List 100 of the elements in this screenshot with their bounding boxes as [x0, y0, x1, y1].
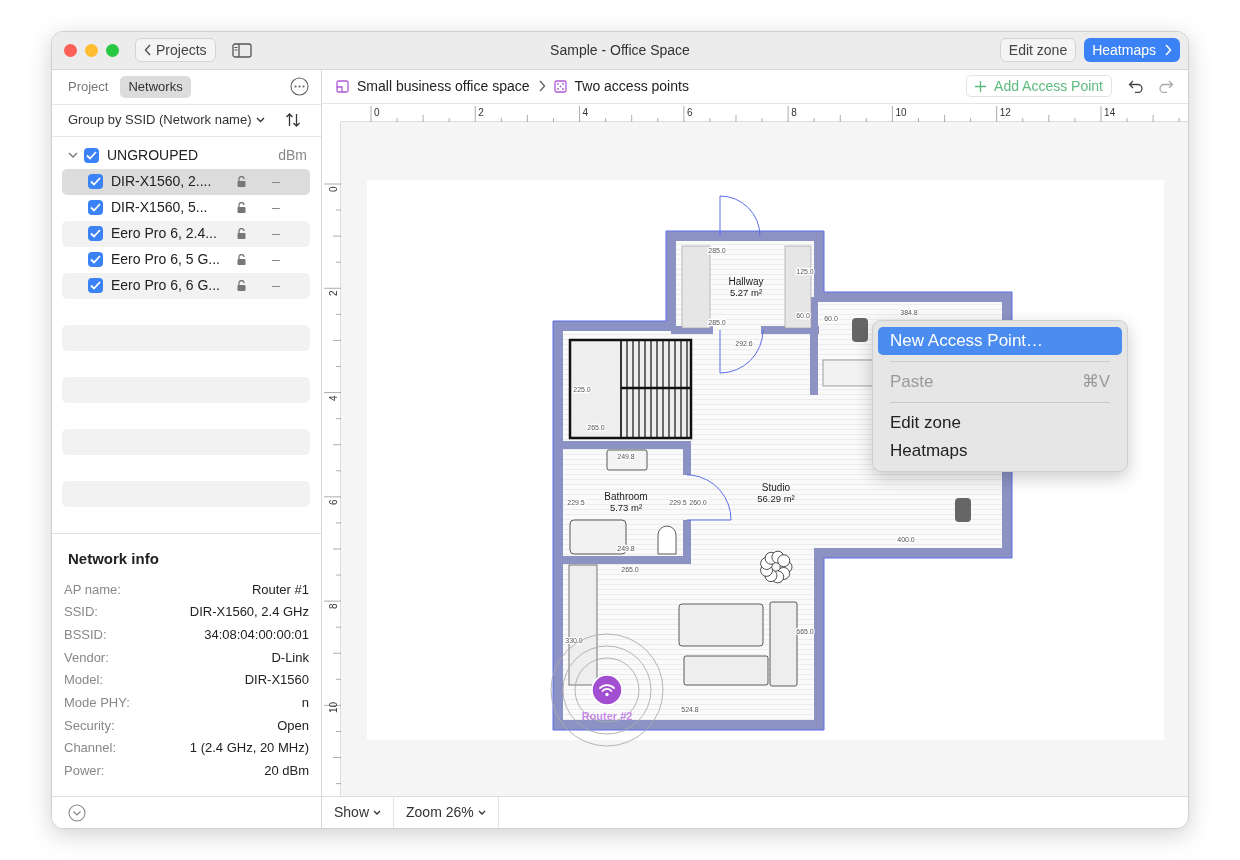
- unlocked-padlock-icon: [237, 280, 246, 291]
- ruler-label: 8: [327, 603, 340, 610]
- floor-plan-icon: [336, 79, 349, 93]
- checkbox[interactable]: [88, 252, 103, 267]
- field-value: 34:08:04:00:00:01: [204, 626, 309, 644]
- field-value: 1 (2.4 GHz, 20 MHz): [189, 739, 309, 758]
- field-label: BSSID:: [64, 626, 107, 644]
- room-name: Bathroom: [604, 490, 648, 502]
- door-swing: [719, 329, 764, 374]
- unlocked-padlock-icon: [237, 176, 246, 187]
- signal-value: –: [272, 250, 280, 269]
- access-point-marker[interactable]: [591, 674, 623, 706]
- ruler-label: 4: [327, 395, 340, 401]
- network-name: Eero Pro 6, 6 G...: [111, 276, 221, 295]
- room-area: 56.29 m²: [757, 492, 795, 504]
- ruler-label: 2: [327, 290, 340, 297]
- ruler-label: 8: [791, 105, 797, 120]
- heatmaps-button[interactable]: Heatmaps: [1084, 38, 1180, 63]
- ruler-label: 0: [327, 186, 340, 192]
- unlocked-padlock-icon: [237, 254, 246, 265]
- chevron-down-icon: [373, 810, 382, 815]
- network-row[interactable]: Eero Pro 6, 6 G... –: [62, 272, 310, 299]
- close-window-button[interactable]: [64, 44, 77, 57]
- toilet: [657, 525, 677, 555]
- unlocked-padlock-icon: [237, 228, 246, 239]
- field-label: AP name:: [64, 580, 121, 599]
- menu-item[interactable]: Heatmaps: [878, 436, 1122, 465]
- signal-value: –: [272, 198, 280, 217]
- field-value: D-Link: [271, 648, 309, 667]
- field-value: Router #1: [251, 580, 309, 599]
- zoom-window-button[interactable]: [106, 44, 119, 57]
- checkbox[interactable]: [84, 148, 99, 163]
- room-area: 5.73 m²: [609, 501, 643, 513]
- dice-icon: [553, 79, 567, 93]
- plant-drawing: [760, 550, 793, 584]
- checkbox[interactable]: [88, 278, 103, 293]
- breadcrumb-link[interactable]: Small business office space: [357, 75, 530, 97]
- checkbox[interactable]: [88, 174, 103, 189]
- chevron-down-icon: [477, 810, 486, 815]
- plus-icon: [975, 80, 987, 92]
- ruler-label: 12: [999, 105, 1011, 120]
- sink: [606, 449, 648, 471]
- door-swing: [719, 195, 761, 237]
- field-label: Mode PHY:: [64, 694, 130, 713]
- network-row[interactable]: DIR-X1560, 5... –: [62, 194, 310, 221]
- chevron-down-icon[interactable]: [68, 152, 78, 159]
- signal-value: –: [272, 172, 280, 191]
- ruler-label: 6: [686, 105, 693, 120]
- redo-icon[interactable]: [1159, 79, 1174, 93]
- show-dropdown[interactable]: Show: [322, 797, 395, 828]
- collapse-panel-icon[interactable]: [68, 803, 86, 822]
- checkbox[interactable]: [88, 200, 103, 215]
- ruler-label: 14: [1104, 105, 1116, 120]
- ruler-label: 10: [895, 105, 907, 120]
- column-header: dBm: [278, 146, 307, 165]
- sidebar-tab[interactable]: Networks: [120, 76, 191, 98]
- sidebar-tab[interactable]: Project: [60, 76, 117, 98]
- section-title: Network info: [67, 548, 160, 569]
- group-label: UNGROUPED: [107, 146, 198, 165]
- keyboard-shortcut: ⌘V: [1081, 370, 1110, 393]
- field-value: 20 dBm: [264, 762, 309, 781]
- field-value: DIR-X1560, 2.4 GHz: [189, 603, 309, 622]
- unlocked-padlock-icon: [237, 202, 246, 213]
- network-row[interactable]: DIR-X1560, 2.... –: [62, 168, 310, 195]
- field-label: Security:: [64, 716, 115, 735]
- field-label: Vendor:: [64, 648, 109, 667]
- ruler-label: 4: [582, 105, 589, 120]
- ruler-label: 10: [327, 702, 340, 714]
- chair: [955, 497, 971, 522]
- checkbox[interactable]: [88, 226, 103, 241]
- door-swing: [686, 474, 732, 521]
- room-area: 5.27 m²: [729, 286, 763, 298]
- field-label: Channel:: [64, 739, 117, 758]
- signal-value: –: [272, 224, 280, 243]
- chevron-left-icon: [144, 44, 152, 57]
- network-name: DIR-X1560, 5...: [111, 198, 209, 217]
- access-point-label: Router #2: [581, 709, 633, 722]
- sidebar-toggle-icon[interactable]: [231, 43, 252, 58]
- chevron-down-icon: [255, 117, 265, 124]
- group-by-dropdown[interactable]: Group by SSID (Network name): [68, 110, 265, 130]
- zoom-dropdown[interactable]: Zoom 26%: [394, 797, 499, 828]
- network-name: Eero Pro 6, 2.4...: [111, 224, 218, 243]
- field-label: Power:: [64, 762, 105, 781]
- network-name: DIR-X1560, 2....: [111, 172, 213, 191]
- edit-zone-button[interactable]: Edit zone: [999, 38, 1077, 63]
- network-row[interactable]: Eero Pro 6, 2.4... –: [62, 220, 310, 247]
- chevron-right-icon: [537, 80, 546, 93]
- field-value: n: [301, 694, 309, 713]
- undo-icon[interactable]: [1128, 79, 1143, 93]
- field-label: Model:: [64, 671, 104, 690]
- ruler-label: 2: [478, 105, 484, 120]
- more-options-icon[interactable]: [290, 77, 309, 97]
- network-row[interactable]: Eero Pro 6, 5 G... –: [62, 246, 310, 273]
- window-title: Sample - Office Space: [550, 42, 690, 58]
- sort-icon[interactable]: [285, 112, 301, 129]
- menu-item[interactable]: Edit zone: [878, 408, 1122, 437]
- network-name: Eero Pro 6, 5 G...: [111, 250, 221, 269]
- back-button[interactable]: Projects: [135, 38, 216, 63]
- breadcrumb-link[interactable]: Two access points: [574, 75, 689, 97]
- ruler-label: 6: [327, 499, 340, 505]
